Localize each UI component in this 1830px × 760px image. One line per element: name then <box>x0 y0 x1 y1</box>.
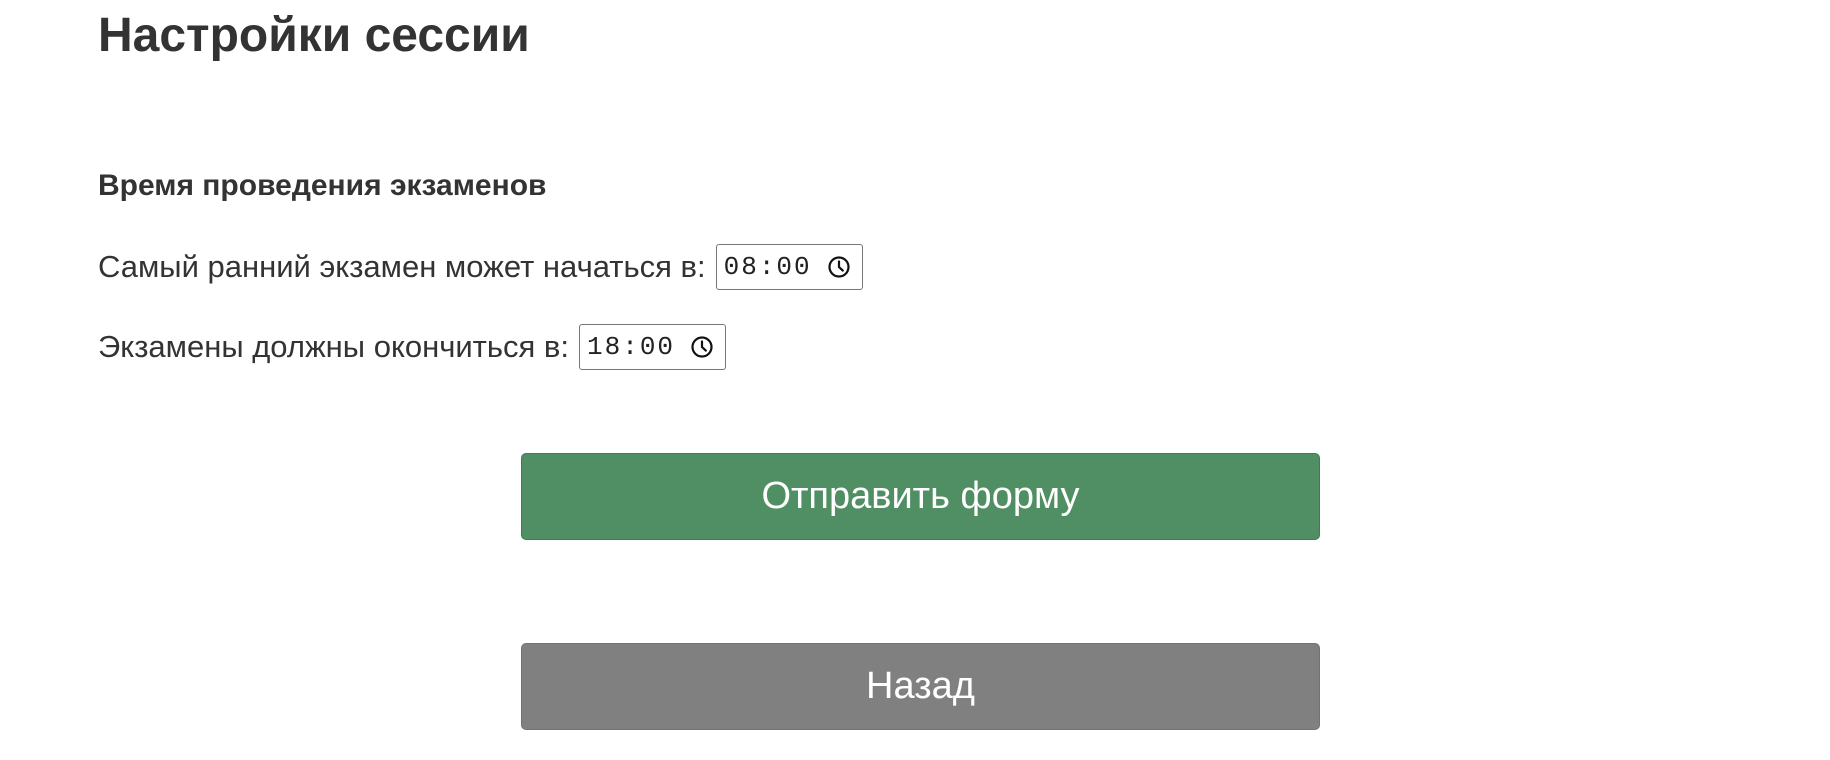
exam-start-time-input[interactable]: 08:00 <box>715 244 863 290</box>
submit-form-button[interactable]: Отправить форму <box>521 453 1320 540</box>
exam-start-time-value: 08:00 <box>723 252 812 282</box>
clock-icon[interactable] <box>689 334 715 360</box>
section-title-exam-time: Время проведения экзаменов <box>98 169 547 202</box>
exam-end-time-value: 18:00 <box>587 332 676 362</box>
exam-end-time-input[interactable]: 18:00 <box>579 324 727 370</box>
exam-end-row: Экзамены должны окончиться в: 18:00 <box>98 323 727 371</box>
exam-start-row: Самый ранний экзамен может начаться в: 0… <box>98 243 863 291</box>
back-button[interactable]: Назад <box>521 643 1320 730</box>
session-settings-page: Настройки сессии Время проведения экзаме… <box>0 0 1830 760</box>
exam-start-label: Самый ранний экзамен может начаться в: <box>98 249 706 284</box>
page-title: Настройки сессии <box>98 9 530 62</box>
clock-icon[interactable] <box>826 254 852 280</box>
exam-end-label: Экзамены должны окончиться в: <box>98 329 570 364</box>
